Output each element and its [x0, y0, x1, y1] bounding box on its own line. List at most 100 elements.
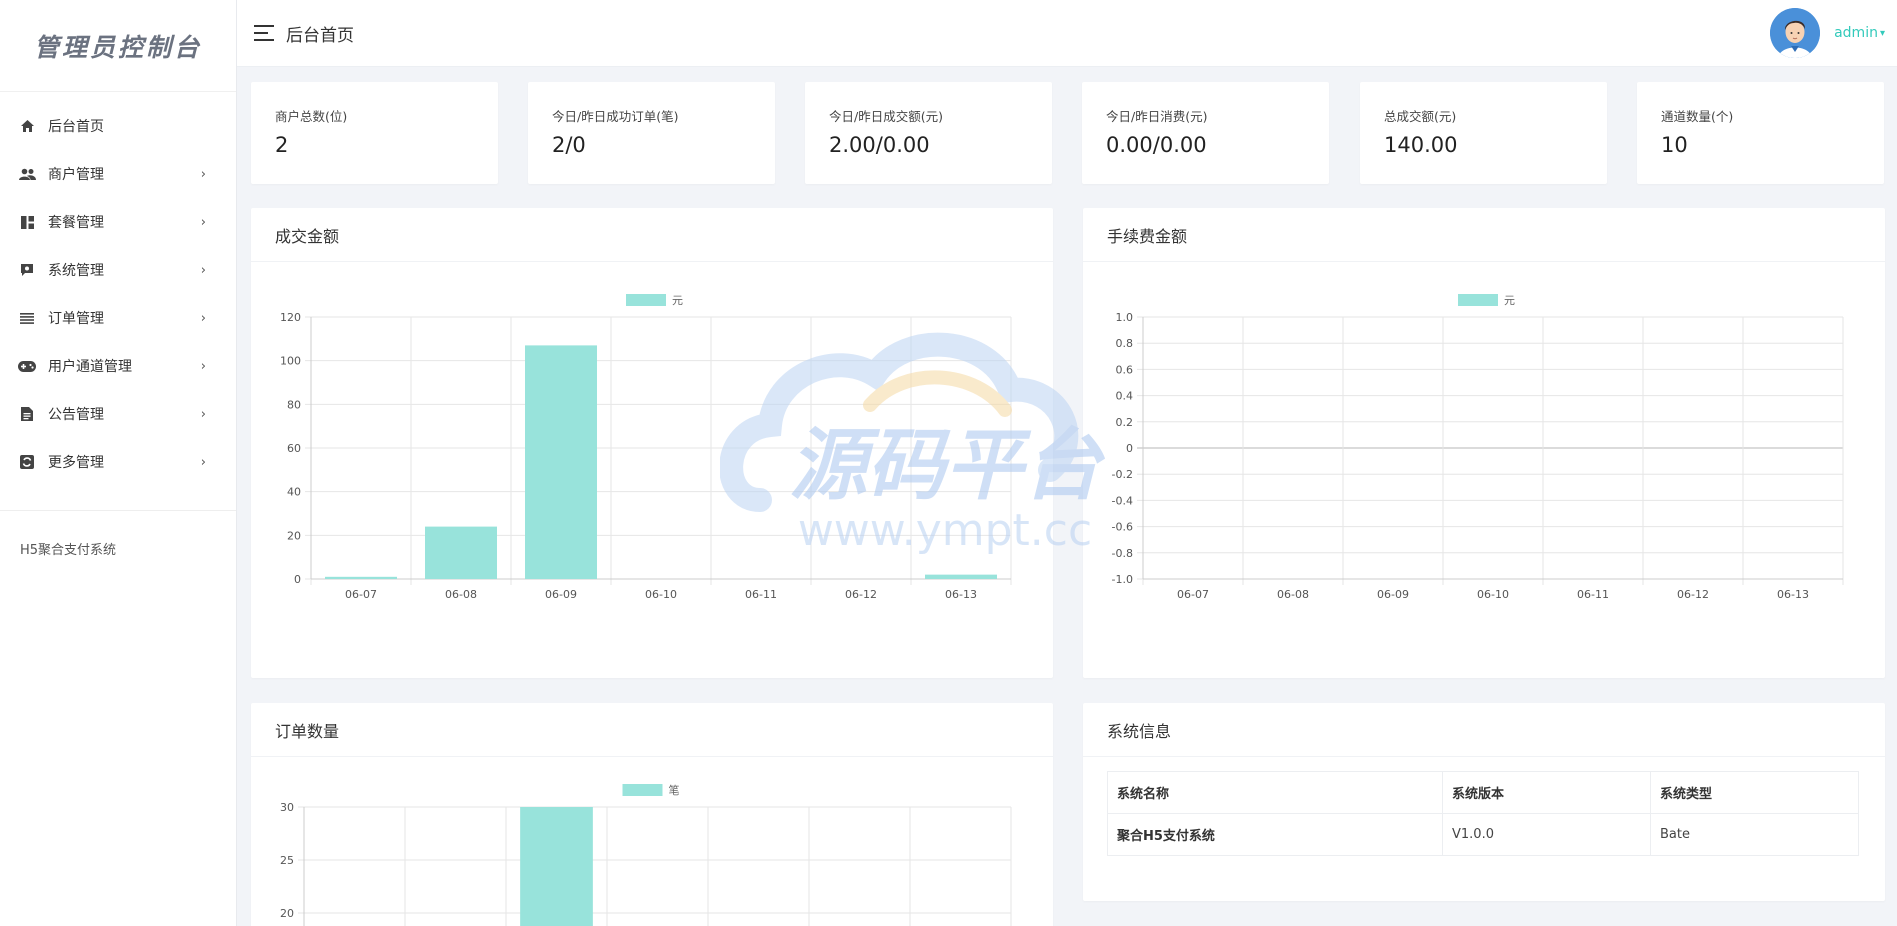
- sidebar-item-orders[interactable]: 订单管理 ›: [0, 294, 236, 342]
- stat-card: 通道数量(个) 10: [1637, 82, 1884, 184]
- home-icon: [18, 117, 36, 135]
- orders-chart: 笔 20 25 30: [280, 783, 1012, 926]
- legend-label: 笔: [669, 783, 680, 797]
- table-header: 系统版本: [1442, 771, 1651, 814]
- sidebar-item-label: 订单管理: [48, 311, 104, 327]
- stat-value: 10: [1661, 133, 1688, 157]
- user-menu[interactable]: admin ▾: [1770, 8, 1885, 58]
- users-icon: [18, 165, 36, 183]
- x-tick-label: 06-09: [545, 588, 577, 601]
- table-cell: Bate: [1650, 813, 1859, 856]
- sidebar-footer: H5聚合支付系统: [20, 543, 117, 558]
- table-header: 系统类型: [1650, 771, 1859, 814]
- menu-toggle-icon[interactable]: [254, 25, 274, 41]
- chevron-right-icon: ›: [200, 310, 206, 326]
- y-tick-label: 20: [280, 907, 294, 920]
- sidebar-item-home[interactable]: 后台首页: [0, 102, 236, 150]
- chevron-right-icon: ›: [200, 262, 206, 278]
- sidebar-item-label: 套餐管理: [48, 215, 104, 231]
- username[interactable]: admin: [1834, 25, 1878, 41]
- x-tick-label: 06-10: [645, 588, 677, 601]
- sidebar-item-label: 用户通道管理: [48, 359, 132, 375]
- avatar[interactable]: [1770, 8, 1821, 58]
- legend-swatch: [622, 784, 663, 796]
- y-tick-label: -0.4: [1112, 494, 1133, 507]
- y-tick-label: -0.6: [1112, 521, 1133, 534]
- stat-label: 总成交额(元): [1384, 109, 1457, 124]
- stat-label: 通道数量(个): [1661, 109, 1734, 124]
- document-icon: [18, 405, 36, 423]
- sidebar-item-label: 商户管理: [48, 167, 104, 183]
- stat-value: 0.00/0.00: [1106, 133, 1207, 157]
- x-tick-label: 06-08: [445, 588, 477, 601]
- y-tick-label: -0.2: [1112, 468, 1133, 481]
- chart-bar: [325, 576, 397, 579]
- y-tick-label: -0.8: [1112, 547, 1133, 560]
- sidebar-item-packages[interactable]: 套餐管理 ›: [0, 198, 236, 246]
- amount-chart: 元 0 20 40 60 80 100 120 06-07 06-08 06-09 06-10 06-1…: [280, 294, 1012, 601]
- y-tick-label: 20: [287, 529, 301, 542]
- x-tick-label: 06-07: [345, 588, 377, 601]
- x-tick-label: 06-07: [1177, 588, 1209, 601]
- y-tick-label: -1.0: [1112, 573, 1133, 586]
- table-cell: V1.0.0: [1442, 813, 1651, 856]
- sidebar-item-label: 后台首页: [48, 119, 104, 135]
- y-tick-label: 100: [280, 355, 301, 368]
- gamepad-icon: [18, 357, 36, 375]
- brand: 管理员控制台: [0, 0, 236, 92]
- stat-label: 今日/昨日成交额(元): [829, 109, 943, 124]
- y-tick-label: 120: [280, 311, 301, 324]
- chevron-right-icon: ›: [200, 454, 206, 470]
- list-icon: [18, 309, 36, 327]
- x-tick-label: 06-09: [1377, 588, 1409, 601]
- refresh-icon: [18, 453, 36, 471]
- sidebar-item-more[interactable]: 更多管理 ›: [0, 438, 236, 486]
- sidebar-menu: 后台首页 商户管理 › 套餐管理 › 系统管理 › 订单管理 › 用户通道管理 …: [0, 92, 236, 486]
- chevron-right-icon: ›: [200, 406, 206, 422]
- legend-swatch: [626, 294, 666, 306]
- y-tick-label: 0.6: [1116, 363, 1134, 376]
- panel-title: 系统信息: [1083, 703, 1885, 757]
- fee-chart-panel: 手续费金额 元 -1.0 -0.8 -0.6 -0.4 -0.2 0 0.2 0.4 0.6 0.8…: [1083, 208, 1885, 678]
- y-tick-label: 0.2: [1116, 416, 1134, 429]
- chart-bar: [925, 574, 997, 579]
- sidebar: 管理员控制台 后台首页 商户管理 › 套餐管理 › 系统管理 › 订单管理 › …: [0, 0, 237, 926]
- chart-bar: [525, 345, 597, 579]
- chart-bar: [520, 807, 593, 926]
- y-tick-label: 1.0: [1116, 311, 1134, 324]
- sidebar-item-merchants[interactable]: 商户管理 ›: [0, 150, 236, 198]
- y-tick-label: 0: [294, 573, 301, 586]
- x-tick-label: 06-13: [1777, 588, 1809, 601]
- chevron-right-icon: ›: [200, 166, 206, 182]
- orders-chart-panel: 订单数量 笔 20 25 30: [251, 703, 1053, 926]
- table-header-row: 系统名称 系统版本 系统类型: [1107, 771, 1859, 814]
- sidebar-item-announcements[interactable]: 公告管理 ›: [0, 390, 236, 438]
- y-tick-label: 0.4: [1116, 390, 1134, 403]
- stat-label: 今日/昨日成功订单(笔): [552, 109, 679, 124]
- chevron-right-icon: ›: [200, 214, 206, 230]
- x-tick-label: 06-10: [1477, 588, 1509, 601]
- y-tick-label: 40: [287, 486, 301, 499]
- stat-value: 140.00: [1384, 133, 1458, 157]
- sidebar-item-channels[interactable]: 用户通道管理 ›: [0, 342, 236, 390]
- table-row: 聚合H5支付系统 V1.0.0 Bate: [1107, 813, 1859, 856]
- legend-label: 元: [672, 294, 683, 307]
- panel-title: 成交金额: [251, 208, 1053, 262]
- top-header: 后台首页 admin ▾: [237, 0, 1897, 67]
- y-tick-label: 0: [1126, 442, 1133, 455]
- brand-title: 管理员控制台: [33, 32, 202, 62]
- fee-chart: 元 -1.0 -0.8 -0.6 -0.4 -0.2 0 0.2 0.4 0.6 0.8 1.0 06-…: [1112, 294, 1844, 601]
- sidebar-item-label: 公告管理: [48, 407, 104, 423]
- page-title: 后台首页: [286, 25, 354, 46]
- y-tick-label: 60: [287, 442, 301, 455]
- y-tick-label: 80: [287, 398, 301, 411]
- sysinfo-panel: 系统信息 系统名称 系统版本 系统类型 聚合H5支付系统 V1.0.0 Bate: [1083, 703, 1885, 901]
- stat-label: 商户总数(位): [275, 109, 348, 124]
- sidebar-item-system[interactable]: 系统管理 ›: [0, 246, 236, 294]
- x-tick-label: 06-12: [845, 588, 877, 601]
- stat-card: 今日/昨日成交额(元) 2.00/0.00: [805, 82, 1052, 184]
- stat-label: 今日/昨日消费(元): [1106, 109, 1208, 124]
- settings-icon: [18, 261, 36, 279]
- amount-chart-panel: 成交金额 元 0 20 40 60 80 100 120 06-07 06-08 06-09 06-1…: [251, 208, 1053, 678]
- caret-down-icon: ▾: [1879, 27, 1885, 39]
